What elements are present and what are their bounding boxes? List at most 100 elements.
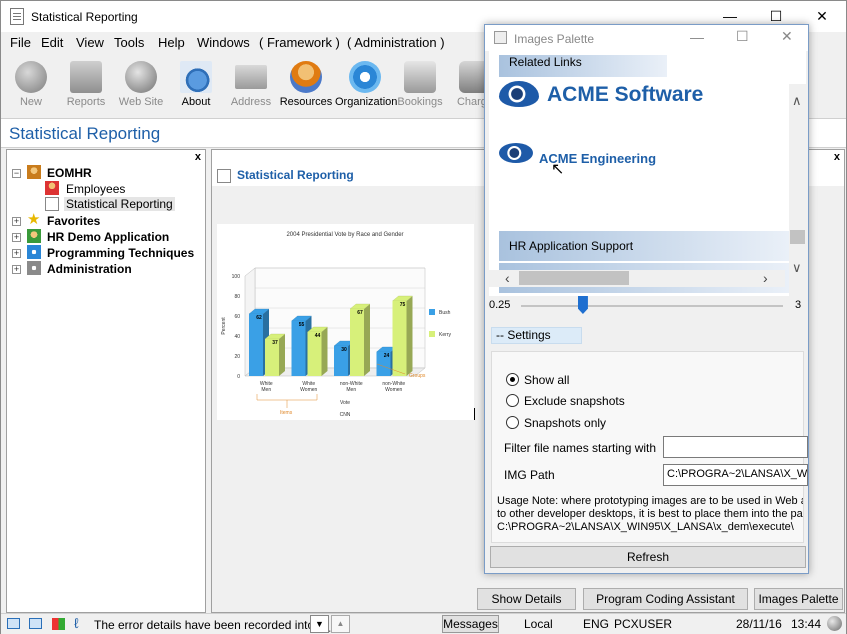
toolbar-organization-label: Organization: [335, 96, 398, 108]
settings-toggle[interactable]: -- Settings: [491, 327, 582, 344]
toolbar-website-button[interactable]: Web Site: [111, 61, 171, 108]
tree-item-hr-demo-application[interactable]: HR Demo Application: [47, 230, 169, 244]
x-tick-label: Men: [261, 387, 271, 393]
messages-button[interactable]: Messages: [442, 615, 499, 633]
x-tick-label: Women: [385, 387, 402, 393]
palette-horizontal-scrollbar[interactable]: ‹ ›: [489, 270, 785, 287]
scroll-up-icon[interactable]: ∧: [792, 93, 802, 109]
page-title: Statistical Reporting: [9, 124, 161, 143]
toolbar-reports-button[interactable]: Reports: [56, 61, 116, 108]
scroll-right-icon[interactable]: ›: [763, 270, 768, 286]
tree-close-icon[interactable]: x: [195, 151, 201, 163]
menu-tools[interactable]: Tools: [114, 35, 144, 50]
bar: [350, 309, 364, 376]
zoom-slider-track[interactable]: [521, 305, 783, 307]
tree-item-employees[interactable]: Employees: [66, 182, 125, 196]
palette-title-bar: Images Palette — ☐ ✕: [485, 25, 808, 51]
scroll-thumb[interactable]: [790, 230, 805, 244]
acme-eye-logo-icon: [499, 81, 539, 107]
group-icon: [27, 165, 41, 179]
grid-icon[interactable]: [52, 618, 65, 630]
filter-input[interactable]: [663, 436, 808, 458]
toolbar-bookings-button[interactable]: Bookings: [390, 61, 450, 108]
person-headset-icon: [290, 61, 322, 93]
scroll-thumb-horizontal[interactable]: [519, 271, 629, 285]
x-axis-label: Vote: [340, 400, 350, 406]
y-tick-label: 20: [234, 354, 240, 360]
dropdown-icon[interactable]: ▼: [310, 615, 329, 633]
keyboard-icon[interactable]: [29, 618, 42, 629]
y-tick-label: 40: [234, 334, 240, 340]
program-coding-assistant-button[interactable]: Program Coding Assistant: [583, 588, 748, 610]
palette-item-hr-application-support[interactable]: HR Application Support: [499, 231, 789, 261]
images-palette-button[interactable]: Images Palette: [754, 588, 843, 610]
menu-framework[interactable]: ( Framework ): [259, 35, 340, 50]
expand-icon[interactable]: +: [12, 249, 21, 258]
option-snapshots-only-label: Snapshots only: [524, 416, 607, 430]
plus-circle-icon: [15, 61, 47, 93]
palette-window-icon: [494, 31, 507, 44]
toolbar-about-button[interactable]: About: [166, 61, 226, 108]
gear-icon: [27, 245, 41, 259]
radio-exclude-snapshots[interactable]: [506, 394, 519, 407]
tree-item-statistical-reporting[interactable]: Statistical Reporting: [64, 197, 175, 211]
status-time: 13:44: [791, 617, 822, 631]
img-path-input[interactable]: C:\PROGRA~2\LANSA\X_WIN: [663, 464, 808, 486]
slider-max-label: 3: [795, 299, 802, 311]
document-icon: [217, 169, 231, 183]
option-exclude-snapshots-label: Exclude snapshots: [524, 394, 625, 408]
palette-maximize-button[interactable]: ☐: [736, 28, 749, 45]
palette-item-acme-software[interactable]: ACME Software: [547, 83, 703, 107]
toolbar-resources-button[interactable]: Resources: [276, 61, 336, 108]
tree-item-eomhr[interactable]: EOMHR: [47, 166, 92, 180]
show-details-button[interactable]: Show Details: [477, 588, 576, 610]
expand-icon[interactable]: +: [12, 217, 21, 226]
bar-value-label: 75: [400, 302, 406, 308]
navigation-tree: x − EOMHR Employees Statistical Reportin…: [6, 149, 206, 613]
toolbar-new-button[interactable]: New: [1, 61, 61, 108]
scroll-down-icon[interactable]: ∨: [792, 260, 802, 276]
menu-help[interactable]: Help: [158, 35, 185, 50]
bar-value-label: 62: [256, 315, 262, 321]
toolbar-about-label: About: [181, 96, 211, 108]
monitor-icon[interactable]: [7, 618, 20, 629]
menu-edit[interactable]: Edit: [41, 35, 63, 50]
content-close-icon[interactable]: x: [834, 151, 840, 163]
tree-item-programming-techniques[interactable]: Programming Techniques: [47, 246, 194, 260]
slider-min-label: 0.25: [489, 299, 511, 311]
usage-note-line-2: to other developer desktops, it is best …: [497, 508, 803, 520]
folder-icon: [70, 61, 102, 93]
radio-show-all[interactable]: [506, 373, 519, 386]
option-show-all-label: Show all: [524, 373, 570, 387]
menu-view[interactable]: View: [76, 35, 104, 50]
expand-icon[interactable]: +: [12, 265, 21, 274]
status-user: PCXUSER: [614, 617, 673, 631]
toolbar-address-button[interactable]: Address: [221, 61, 281, 108]
zoom-slider-thumb[interactable]: [577, 296, 588, 314]
expand-icon[interactable]: +: [12, 233, 21, 242]
scroll-left-icon[interactable]: ‹: [505, 270, 510, 286]
bar-value-label: 24: [384, 353, 390, 359]
toolbar-organization-button[interactable]: Organization: [335, 61, 398, 108]
bar-side: [279, 334, 285, 376]
bar-side: [321, 327, 328, 376]
palette-vertical-scrollbar[interactable]: ∧ ∨: [789, 84, 806, 296]
refresh-button[interactable]: Refresh: [490, 546, 806, 568]
legend-label: Kerry: [439, 332, 451, 338]
menu-file[interactable]: File: [10, 35, 31, 50]
chart-source: CNN: [340, 412, 351, 418]
acme-eye-logo-icon: [499, 143, 533, 163]
x-tick-label: Women: [300, 387, 317, 393]
menu-windows[interactable]: Windows: [197, 35, 250, 50]
menu-administration[interactable]: ( Administration ): [347, 35, 445, 50]
palette-item-related-links[interactable]: Related Links: [499, 55, 667, 77]
collapse-icon[interactable]: −: [12, 169, 21, 178]
group-icon: [27, 229, 41, 243]
up-arrow-icon[interactable]: ▲: [331, 615, 350, 633]
palette-minimize-button[interactable]: —: [690, 29, 704, 45]
bar-chart: 2004 Presidential Vote by Race and Gende…: [221, 232, 451, 418]
palette-close-button[interactable]: ✕: [781, 28, 793, 45]
radio-snapshots-only[interactable]: [506, 416, 519, 429]
tree-item-administration[interactable]: Administration: [47, 262, 132, 276]
tree-item-favorites[interactable]: Favorites: [47, 214, 100, 228]
